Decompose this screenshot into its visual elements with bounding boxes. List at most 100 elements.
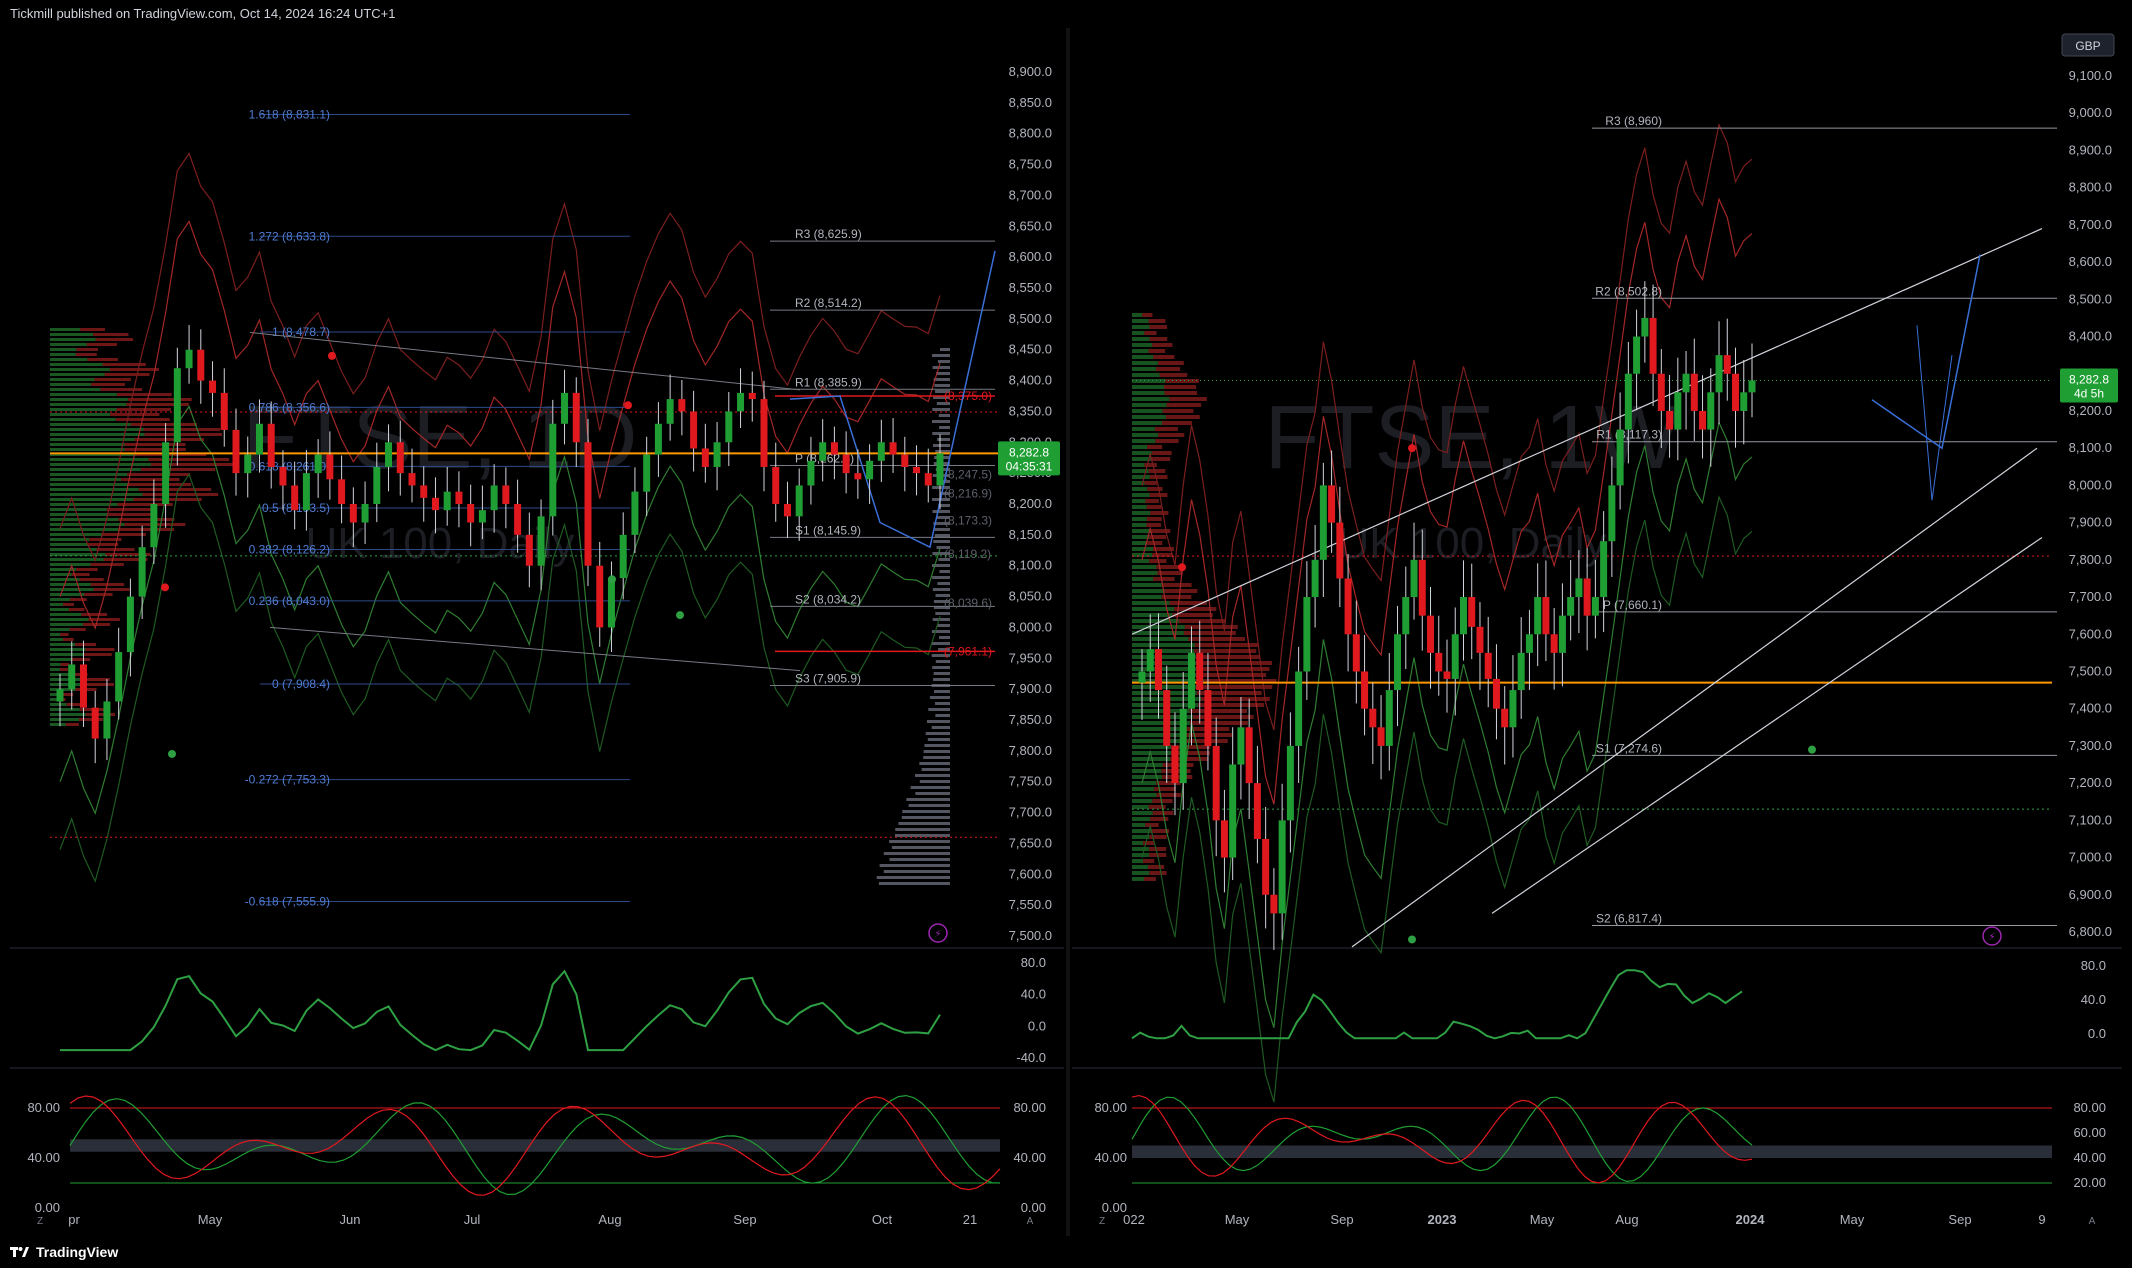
volume-profile-bar — [1132, 649, 1195, 653]
volume-profile-bar — [1149, 475, 1168, 479]
stoch-tick-right: 60.00 — [2073, 1125, 2106, 1140]
volume-profile-bar — [924, 744, 950, 747]
volume-profile-bar — [83, 653, 112, 656]
candle-body — [150, 504, 158, 548]
tradingview-logo[interactable]: TradingView — [10, 1236, 118, 1268]
volume-profile-bar — [50, 368, 110, 371]
watermark-name: UK 100, Daily — [1337, 519, 1606, 568]
price-tick-label: 8,200.0 — [1009, 496, 1052, 511]
price-tick-label: 8,200.0 — [2069, 403, 2112, 418]
price-tick-label: 7,000.0 — [2069, 850, 2112, 865]
candle-body — [1451, 634, 1459, 679]
stoch-tick-left: 80.00 — [1094, 1100, 1127, 1115]
left-chart-pane[interactable]: FTSE, 1D UK 100, Daily 8,900.0 8,850.0 8,800… — [10, 28, 1064, 1236]
volume-profile-bar — [1162, 421, 1193, 425]
signal-dot — [161, 583, 169, 592]
candle-body — [232, 429, 240, 474]
volume-profile-bar — [901, 816, 950, 819]
level-label: (7,961.1) — [944, 644, 992, 658]
signal-dot — [624, 401, 632, 410]
candle-body — [889, 442, 897, 455]
publisher-text: Tickmill published on TradingView.com, O… — [10, 6, 396, 21]
candle-body — [1740, 392, 1748, 411]
volume-profile-bar — [1188, 637, 1245, 641]
volume-profile-bar — [1132, 619, 1179, 623]
candle-body — [1344, 578, 1352, 635]
time-tick-label: Aug — [1615, 1212, 1638, 1227]
time-tick-label: Jul — [464, 1212, 481, 1227]
volume-profile-bar — [1132, 775, 1163, 779]
candle-body — [361, 504, 369, 523]
volume-profile-bar — [925, 732, 950, 735]
volume-profile-bar — [50, 618, 89, 621]
pivot-level-label: S1 (8,145.9) — [795, 523, 861, 537]
candle-body — [1484, 652, 1492, 679]
volume-profile-bar — [1132, 517, 1147, 521]
volume-profile-bar — [85, 648, 115, 651]
price-tick-label: 7,900.0 — [1009, 681, 1052, 696]
volume-profile-bar — [929, 696, 950, 699]
auto-scale-button: A — [1027, 1216, 1034, 1227]
volume-profile-bar — [138, 488, 212, 491]
volume-profile-bar — [1132, 577, 1154, 581]
volume-profile-bar — [1150, 817, 1169, 821]
volume-profile-bar — [118, 528, 175, 531]
volume-profile-bar — [1132, 427, 1155, 431]
volume-profile-bar — [1164, 385, 1197, 389]
volume-profile-bar — [906, 798, 950, 801]
volume-profile-bar — [50, 718, 80, 721]
volume-profile-bar — [1161, 583, 1192, 587]
volume-profile-bar — [1132, 559, 1150, 563]
volume-profile-bar — [85, 683, 115, 686]
trend-line — [269, 626, 801, 672]
volume-profile-bar — [50, 508, 107, 511]
volume-profile-bar — [889, 858, 950, 861]
candle-body — [795, 485, 803, 517]
volume-profile-bar — [50, 583, 91, 586]
left-chart-svg[interactable]: FTSE, 1DUK 100, Daily8,900.08,850.08,800… — [10, 28, 1064, 1236]
candle-body — [244, 454, 252, 474]
candle-body — [338, 479, 346, 504]
volume-profile-bar — [878, 882, 950, 885]
time-tick-label: pr — [68, 1212, 80, 1227]
candle-body — [1410, 559, 1418, 598]
price-tick-label: 8,100.0 — [1009, 558, 1052, 573]
volume-profile-bar — [934, 384, 950, 387]
volume-profile-bar — [1169, 397, 1207, 401]
volume-profile-bar — [1143, 841, 1155, 845]
candle-body — [1402, 597, 1410, 635]
currency-label: GBP — [2075, 39, 2100, 53]
volume-profile-bar — [104, 373, 150, 376]
candle-body — [1187, 652, 1195, 709]
projection-path — [1916, 325, 1953, 501]
volume-profile-bar — [50, 373, 105, 376]
volume-profile-bar — [1143, 877, 1156, 881]
candle-body — [1253, 783, 1261, 839]
volume-profile-bar — [932, 576, 950, 579]
volume-profile-bar — [1202, 685, 1273, 689]
price-tick-label: 7,100.0 — [2069, 812, 2112, 827]
time-tick-label: 2023 — [1428, 1212, 1457, 1227]
pane-divider[interactable] — [1066, 28, 1070, 1236]
candle-body — [1476, 626, 1484, 653]
right-chart-pane[interactable]: GBP FTSE, 1W UK 100, Daily 9,100.0 9,000.0 8,… — [1072, 28, 2122, 1236]
candle-body — [1311, 559, 1319, 598]
time-tick-label: Sep — [1948, 1212, 1971, 1227]
time-tick-label: 9 — [2038, 1212, 2045, 1227]
candle-body — [1459, 597, 1467, 635]
time-tick-label: May — [198, 1212, 223, 1227]
time-tick-label: Sep — [733, 1212, 756, 1227]
candle-body — [1427, 615, 1435, 653]
volume-profile-bar — [1132, 451, 1152, 455]
volume-profile-bar — [84, 593, 113, 596]
volume-profile-bar — [889, 840, 950, 843]
volume-profile-bar — [1132, 361, 1158, 365]
volume-profile-bar — [50, 443, 125, 446]
rsi-tick-label: 80.0 — [2081, 958, 2106, 973]
right-chart-svg[interactable]: GBPFTSE, 1WUK 100, Daily9,100.09,000.08,… — [1072, 28, 2122, 1236]
volume-profile-bar — [910, 786, 950, 789]
candle-body — [1443, 671, 1451, 679]
candle-body — [1245, 727, 1253, 784]
level-label: (8,375.0) — [944, 389, 992, 403]
volume-profile-bar — [1132, 871, 1150, 875]
